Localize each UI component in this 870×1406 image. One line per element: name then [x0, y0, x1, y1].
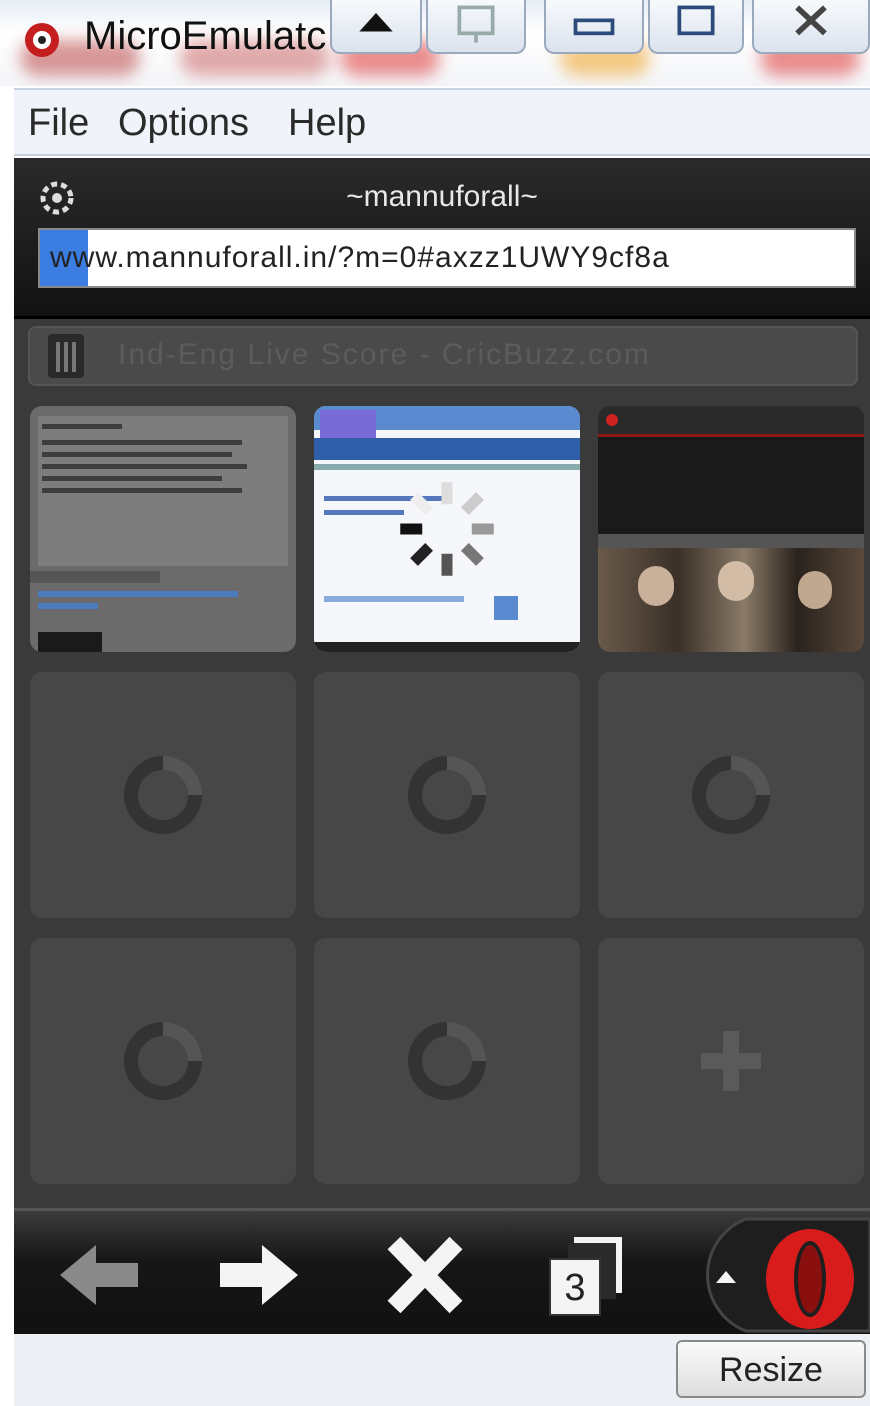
- app-icon: [25, 23, 59, 57]
- speed-dial-slot-4[interactable]: [30, 672, 296, 918]
- stop-button[interactable]: [380, 1233, 470, 1317]
- close-icon: [795, 5, 827, 36]
- loading-circle-icon: [408, 756, 486, 834]
- speed-dial-slot-5[interactable]: [314, 672, 580, 918]
- suggestion-label: Ind-Eng Live Score - CricBuzz.com: [118, 338, 651, 371]
- forward-button[interactable]: [214, 1233, 304, 1317]
- loading-circle-icon: [692, 756, 770, 834]
- add-speed-dial-button[interactable]: [598, 938, 864, 1184]
- speed-dial-slot-6[interactable]: [598, 672, 864, 918]
- speed-dial-thumbnail-1[interactable]: [30, 406, 296, 652]
- tabs-button[interactable]: 3: [544, 1233, 634, 1317]
- menu-help[interactable]: Help: [288, 102, 366, 145]
- speed-dial-slot-8[interactable]: [314, 938, 580, 1184]
- maximize-button[interactable]: [648, 0, 744, 54]
- speed-dial-thumbnail-3[interactable]: [598, 406, 864, 652]
- loading-circle-icon: [408, 1022, 486, 1100]
- window-title-bar: MicroEmulatc: [0, 0, 870, 86]
- loading-circle-icon: [124, 1022, 202, 1100]
- emulator-status-bar: Resize: [14, 1334, 870, 1406]
- tab-count: 3: [564, 1267, 586, 1309]
- speed-dial-slot-7[interactable]: [30, 938, 296, 1184]
- close-window-button[interactable]: [752, 0, 870, 54]
- speed-dial-thumbnail-2[interactable]: [314, 406, 580, 652]
- resize-button[interactable]: Resize: [676, 1340, 866, 1398]
- maximize-icon: [677, 5, 715, 36]
- scroll-up-button[interactable]: [330, 0, 422, 54]
- minimize-icon: [573, 18, 615, 36]
- pin-icon: [457, 5, 495, 43]
- opera-menu-button[interactable]: [686, 1217, 870, 1333]
- browser-toolbar: 3: [14, 1208, 870, 1334]
- menu-file[interactable]: File: [28, 102, 89, 145]
- page-title: ~mannuforall~: [346, 180, 538, 213]
- bookmark-icon: [48, 334, 84, 378]
- window-title: MicroEmulatc: [84, 14, 327, 58]
- emulator-screen: ~mannuforall~ www.mannuforall.in/?m=0#ax…: [14, 158, 870, 1334]
- menu-options[interactable]: Options: [118, 102, 249, 145]
- triangle-up-icon: [359, 12, 393, 32]
- browser-address-panel: ~mannuforall~ www.mannuforall.in/?m=0#ax…: [14, 158, 870, 319]
- address-text: www.mannuforall.in/?m=0#axzz1UWY9cf8a: [50, 241, 670, 274]
- loading-spinner-icon: [400, 482, 494, 576]
- pin-button[interactable]: [426, 0, 526, 54]
- opera-logo-icon: [706, 1217, 870, 1333]
- minimize-button[interactable]: [544, 0, 644, 54]
- suggestion-item[interactable]: Ind-Eng Live Score - CricBuzz.com: [28, 326, 858, 386]
- back-button[interactable]: [54, 1233, 144, 1317]
- address-input[interactable]: www.mannuforall.in/?m=0#axzz1UWY9cf8a: [38, 228, 856, 288]
- plus-icon: [701, 1031, 761, 1091]
- menu-bar: File Options Help: [14, 88, 870, 156]
- loading-circle-icon: [124, 756, 202, 834]
